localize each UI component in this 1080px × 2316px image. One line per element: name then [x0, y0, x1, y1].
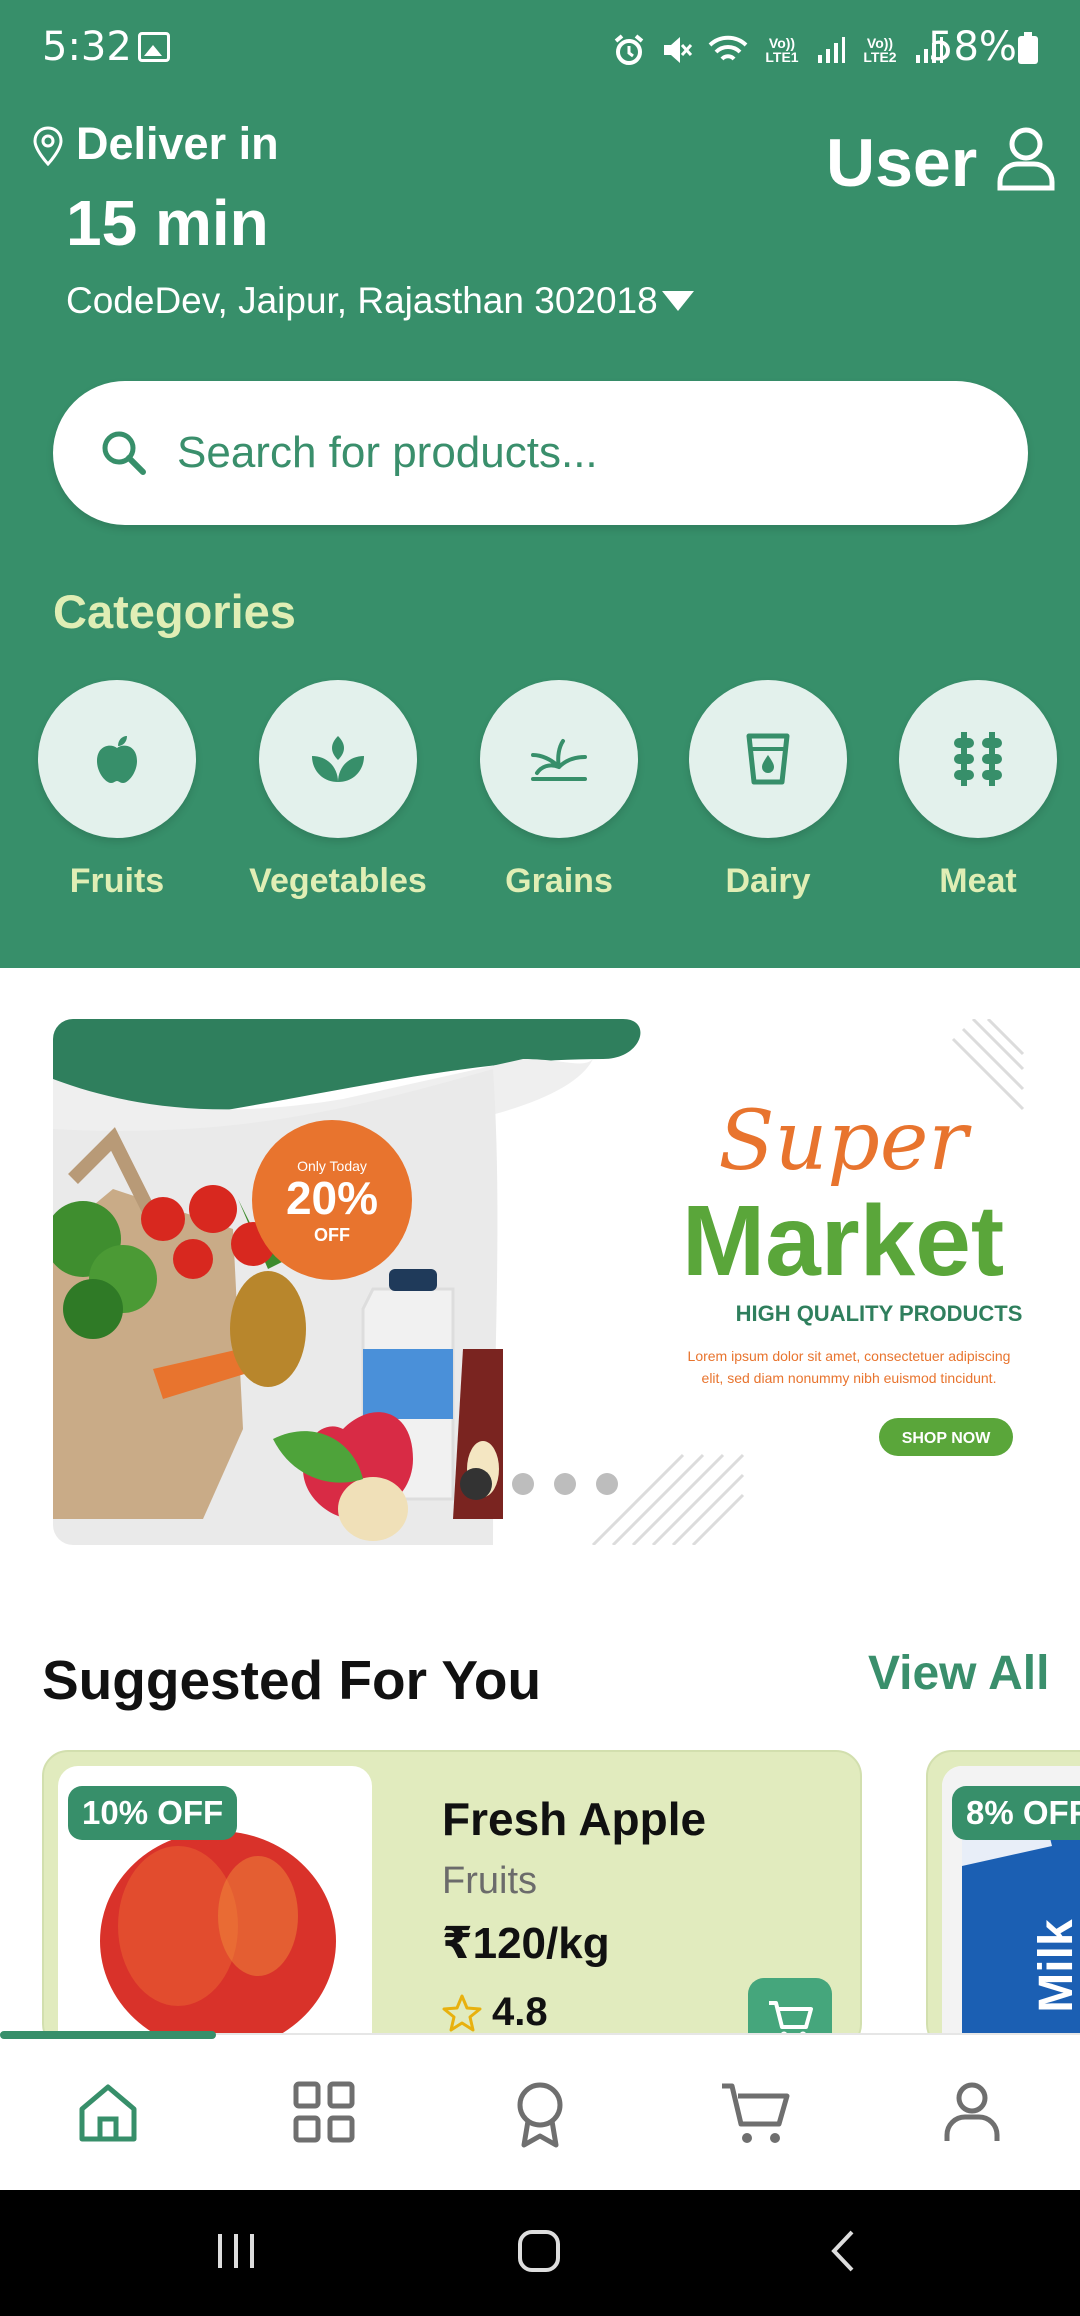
category-icon-circle [480, 680, 638, 838]
status-icons: Vo)) LTE1 Vo)) LTE2 [612, 30, 944, 70]
sim1-label: Vo)) LTE1 [765, 35, 799, 65]
product-image: 10% OFF [58, 1766, 372, 2048]
alarm-icon [614, 34, 644, 65]
deliver-label: Deliver in [76, 118, 279, 169]
view-all-link[interactable]: View All [868, 1646, 1049, 1701]
recent-apps-icon[interactable] [214, 2226, 258, 2276]
pagination-dot[interactable] [596, 1473, 618, 1495]
user-icon[interactable] [996, 126, 1056, 192]
bottom-navigation [0, 2031, 1080, 2190]
product-rating: 4.8 [442, 1990, 548, 2035]
banner-title-script: Super [718, 1094, 972, 1189]
category-icon-circle [38, 680, 196, 838]
pagination-dot[interactable] [512, 1473, 534, 1495]
product-name: Fresh Apple [442, 1793, 707, 1845]
category-label: Vegetables [249, 862, 427, 900]
category-fruits[interactable]: Fruits [17, 680, 217, 901]
category-label: Dairy [725, 862, 811, 900]
search-icon [102, 431, 146, 475]
banner-pagination [460, 1468, 618, 1500]
category-label: Grains [505, 862, 613, 900]
category-vegetables[interactable]: Vegetables [238, 680, 438, 901]
caret-down-icon [661, 291, 694, 311]
milk-glass-icon [746, 733, 790, 785]
milk-label: Milk [1030, 1919, 1080, 2013]
banner-body-line1: Lorem ipsum dolor sit amet, consectetuer… [688, 1348, 1011, 1364]
wifi-icon [708, 35, 748, 61]
meat-icon [954, 732, 1002, 786]
sim2-label: Vo)) LTE2 [863, 35, 897, 65]
sprout-icon [312, 736, 364, 782]
header: 5:32 Vo)) LTE1 Vo)) LTE2 58% Deliver in … [0, 0, 1080, 968]
nav-cart[interactable] [648, 2081, 864, 2147]
suggested-title: Suggested For You [42, 1649, 542, 1711]
product-card[interactable]: Milk 8% OFF [926, 1750, 1080, 2050]
product-image: Milk 8% OFF [942, 1766, 1080, 2048]
rating-value: 4.8 [492, 1990, 548, 2034]
status-bar: 5:32 Vo)) LTE1 Vo)) LTE2 58% [0, 0, 1080, 96]
home-icon [79, 2084, 137, 2142]
back-icon[interactable] [822, 2226, 862, 2276]
categories-title: Categories [53, 585, 296, 638]
battery-icon [1018, 32, 1038, 64]
product-category: Fruits [442, 1860, 537, 1902]
banner-cta-label: SHOP NOW [902, 1430, 992, 1447]
delivery-time: 15 min [66, 187, 269, 259]
signal-icon [818, 37, 845, 63]
banner-discount-suffix: OFF [314, 1225, 350, 1245]
pagination-dot-active[interactable] [460, 1468, 492, 1500]
category-meat[interactable]: Meat [878, 680, 1078, 901]
banner-body-line2: elit, sed diam nonummy nibh euismod tinc… [702, 1370, 997, 1386]
address-text: CodeDev, Jaipur, Rajasthan 302018 [66, 280, 658, 321]
banner-title-main: Market [682, 1185, 1004, 1297]
battery-percent: 58% [928, 24, 1017, 70]
gallery-notification-icon [138, 32, 170, 62]
product-price: ₹120/kg [442, 1919, 610, 1968]
banner-discount: 20% [286, 1172, 378, 1224]
home-button-icon[interactable] [514, 2226, 564, 2276]
system-navigation-bar [0, 2190, 1080, 2316]
active-tab-indicator [0, 2031, 216, 2039]
location-pin-icon [33, 126, 63, 166]
user-label[interactable]: User [826, 124, 977, 202]
pagination-dot[interactable] [554, 1473, 576, 1495]
category-icon-circle [689, 680, 847, 838]
category-label: Fruits [69, 862, 165, 900]
category-icon-circle [259, 680, 417, 838]
badge-icon [517, 2082, 563, 2148]
star-icon [442, 1994, 482, 2031]
category-label: Meat [939, 862, 1017, 900]
banner-artwork: Only Today 20% OFF Super Market HIGH QUA… [53, 1019, 1027, 1545]
nav-profile[interactable] [864, 2081, 1080, 2143]
search-bar[interactable]: Search for products... [53, 381, 1028, 525]
category-icon-circle [899, 680, 1057, 838]
nav-home[interactable] [0, 2081, 216, 2145]
apple-icon [97, 736, 137, 783]
category-grains[interactable]: Grains [459, 680, 659, 901]
grain-icon [531, 739, 587, 781]
profile-icon [944, 2082, 1000, 2141]
discount-badge: 10% OFF [68, 1786, 238, 1840]
category-dairy[interactable]: Dairy [668, 680, 868, 901]
banner-subtitle: HIGH QUALITY PRODUCTS [736, 1301, 1023, 1326]
status-time: 5:32 [42, 24, 132, 70]
cart-icon [722, 2083, 790, 2143]
mute-icon [664, 37, 693, 63]
nav-rewards[interactable] [432, 2081, 648, 2149]
promo-banner[interactable]: Only Today 20% OFF Super Market HIGH QUA… [53, 1019, 1027, 1545]
grid-icon [293, 2081, 355, 2143]
search-input[interactable]: Search for products... [177, 428, 598, 478]
discount-badge: 8% OFF [952, 1786, 1080, 1840]
address-selector[interactable]: CodeDev, Jaipur, Rajasthan 302018 [66, 280, 694, 322]
product-card[interactable]: 10% OFF Fresh Apple Fruits ₹120/kg 4.8 [42, 1750, 862, 2050]
nav-categories[interactable] [216, 2081, 432, 2143]
